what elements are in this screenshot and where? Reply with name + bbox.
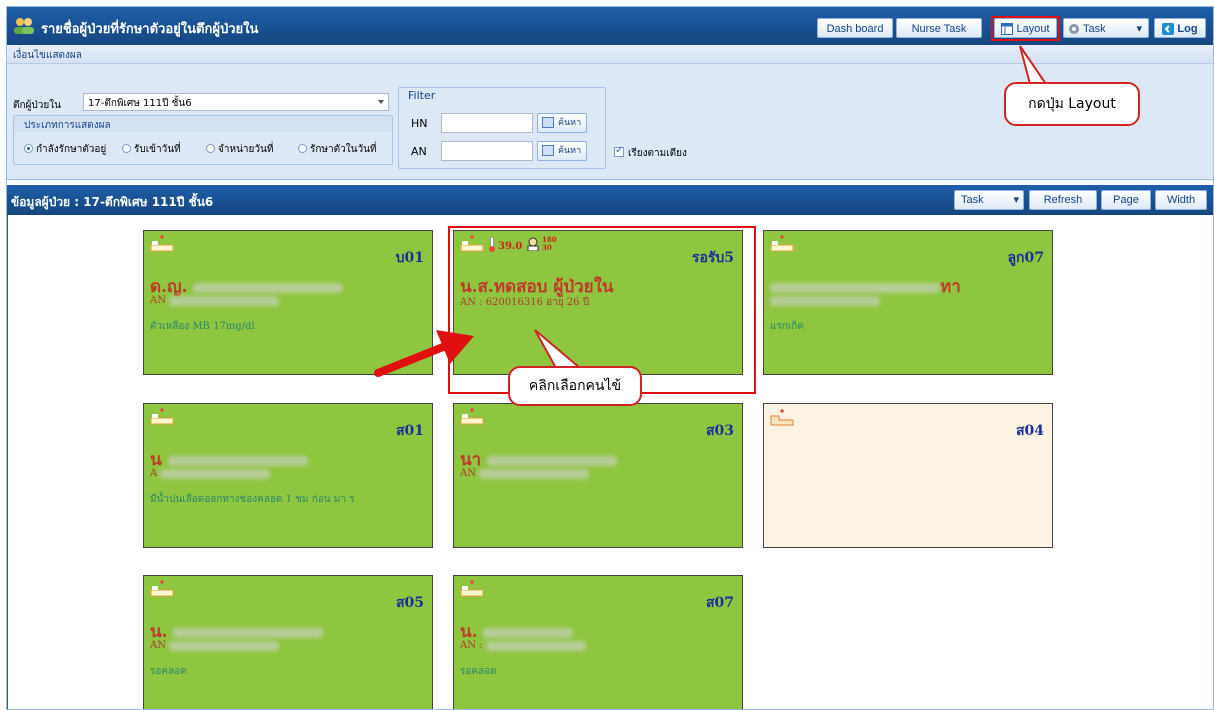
click-callout-text: คลิกเลือกคนไข้ (528, 378, 622, 394)
layout-callout-text: กดปุ่ม Layout (1028, 96, 1116, 112)
red-arrow-shaft (374, 341, 452, 377)
click-callout: คลิกเลือกคนไข้ (508, 366, 642, 406)
layout-callout-tail (1019, 45, 1048, 85)
click-callout-tail (534, 329, 583, 369)
layout-callout: กดปุ่ม Layout (1004, 82, 1140, 126)
